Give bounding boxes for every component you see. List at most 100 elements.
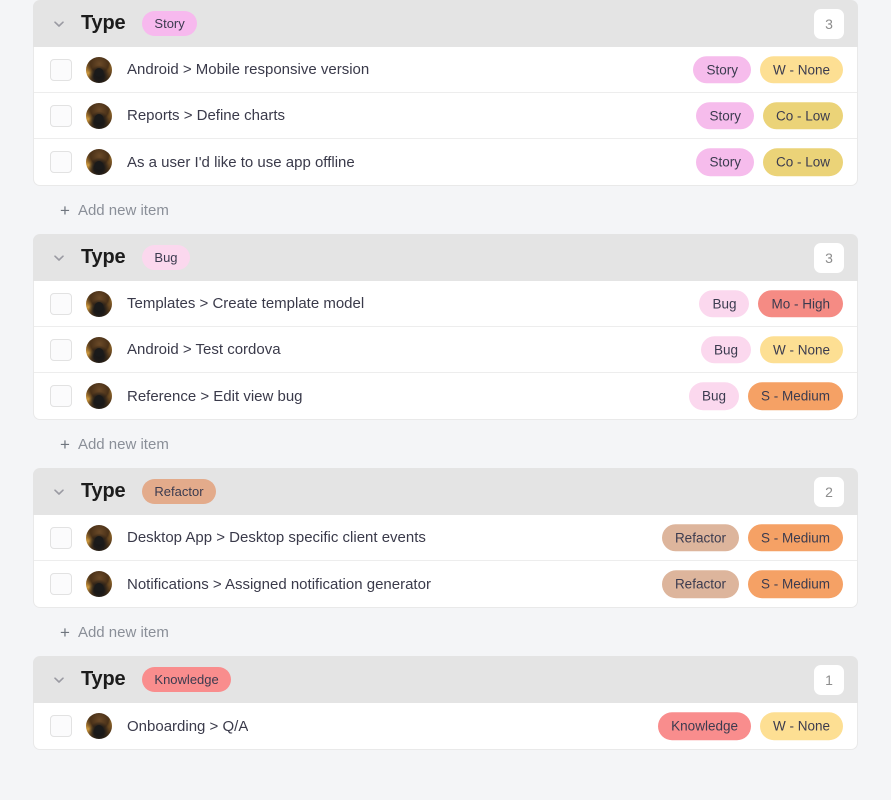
row-checkbox[interactable]	[50, 58, 72, 81]
row-title: Reference > Edit view bug	[127, 387, 303, 405]
row-priority-badge: Co - Low	[762, 101, 843, 130]
row-type-badge: Story	[696, 148, 754, 176]
row-priority-badge: Mo - High	[758, 289, 843, 318]
row-checkbox[interactable]	[50, 104, 72, 127]
row-checkbox[interactable]	[50, 573, 72, 595]
table-row[interactable]: Notifications > Assigned notification ge…	[34, 561, 857, 607]
add-new-item-button[interactable]: + Add new item	[33, 608, 858, 656]
table-row[interactable]: Android > Mobile responsive version Story…	[34, 47, 857, 93]
row-badges: Story Co - Low	[696, 101, 843, 130]
avatar	[86, 102, 112, 129]
group-type-badge: Bug	[142, 245, 190, 270]
row-checkbox[interactable]	[50, 715, 72, 737]
table-row[interactable]: Templates > Create template model Bug Mo -…	[34, 281, 857, 327]
group-rows: Android > Mobile responsive version Story…	[33, 47, 858, 186]
plus-icon: +	[60, 200, 70, 220]
group-count-badge: 1	[814, 664, 844, 695]
row-type-badge: Refactor	[661, 570, 739, 598]
row-checkbox[interactable]	[50, 526, 72, 549]
chevron-down-icon[interactable]	[51, 250, 67, 266]
group-header[interactable]: Type Refactor 2	[33, 468, 858, 515]
row-checkbox[interactable]	[50, 292, 72, 315]
row-type-badge: Knowledge	[658, 712, 751, 740]
group-rows: Templates > Create template model Bug Mo -…	[33, 281, 858, 420]
table-row[interactable]: As a user I'd like to use app offline Sto…	[34, 139, 857, 185]
avatar	[86, 56, 112, 83]
group-title: Type	[81, 246, 126, 268]
row-title: As a user I'd like to use app offline	[127, 153, 355, 171]
row-type-badge: Refactor	[661, 523, 739, 552]
row-checkbox[interactable]	[50, 385, 72, 407]
avatar	[86, 149, 112, 175]
row-type-badge: Story	[693, 55, 751, 84]
row-priority-badge: W - None	[759, 712, 843, 740]
group-title: Type	[81, 480, 126, 502]
avatar	[86, 336, 112, 363]
chevron-down-icon[interactable]	[51, 16, 67, 32]
row-title: Onboarding > Q/A	[127, 717, 249, 735]
group-count-badge: 3	[814, 8, 844, 39]
row-priority-badge: W - None	[759, 335, 843, 364]
row-title: Templates > Create template model	[127, 295, 365, 312]
row-priority-badge: Co - Low	[762, 148, 843, 176]
row-checkbox[interactable]	[50, 151, 72, 173]
plus-icon: +	[60, 622, 70, 642]
table-row[interactable]: Reference > Edit view bug Bug S - Medium	[34, 373, 857, 419]
row-badges: Bug Mo - High	[699, 289, 843, 318]
group-type-badge: Story	[142, 11, 197, 36]
group-title: Type	[81, 668, 126, 690]
group-type-badge: Refactor	[142, 479, 216, 504]
table-row[interactable]: Desktop App > Desktop specific client ev…	[34, 515, 857, 561]
row-type-badge: Bug	[700, 335, 751, 364]
group-rows: Desktop App > Desktop specific client ev…	[33, 515, 858, 608]
row-badges: Story W - None	[693, 55, 843, 84]
row-priority-badge: W - None	[759, 55, 843, 84]
groups-container: Type Story 3 Android > Mobile responsive ve…	[33, 0, 858, 750]
row-title: Desktop App > Desktop specific client ev…	[127, 529, 426, 546]
group-count-badge: 2	[814, 476, 844, 507]
row-checkbox[interactable]	[50, 338, 72, 361]
table-row[interactable]: Reports > Define charts Story Co - Low	[34, 93, 857, 139]
row-title: Reports > Define charts	[127, 107, 285, 124]
row-badges: Story Co - Low	[696, 148, 843, 176]
group: Type Story 3 Android > Mobile responsive ve…	[33, 0, 858, 234]
row-type-badge: Bug	[688, 382, 739, 410]
add-new-item-button[interactable]: + Add new item	[33, 420, 858, 468]
group: Type Knowledge 1 Onboarding > Q/A Knowledge W…	[33, 656, 858, 750]
avatar	[86, 524, 112, 551]
add-new-item-label: Add new item	[77, 201, 169, 219]
row-badges: Bug W - None	[700, 335, 843, 364]
row-title: Android > Test cordova	[127, 341, 281, 358]
group: Type Refactor 2 Desktop App > Desktop speci…	[33, 468, 858, 656]
group-type-badge: Knowledge	[142, 667, 231, 692]
avatar	[86, 571, 112, 597]
group-header[interactable]: Type Knowledge 1	[33, 656, 858, 703]
group-header[interactable]: Type Story 3	[33, 0, 858, 47]
row-badges: Refactor S - Medium	[661, 570, 843, 598]
group-title: Type	[81, 12, 126, 34]
group: Type Bug 3 Templates > Create template mode…	[33, 234, 858, 468]
row-badges: Knowledge W - None	[658, 712, 843, 740]
chevron-down-icon[interactable]	[51, 484, 67, 500]
group-rows: Onboarding > Q/A Knowledge W - None	[33, 703, 858, 750]
group-header[interactable]: Type Bug 3	[33, 234, 858, 281]
table-row[interactable]: Onboarding > Q/A Knowledge W - None	[34, 703, 857, 749]
add-new-item-button[interactable]: + Add new item	[33, 186, 858, 234]
row-priority-badge: S - Medium	[747, 523, 843, 552]
row-badges: Refactor S - Medium	[661, 523, 843, 552]
chevron-down-icon[interactable]	[51, 672, 67, 688]
avatar	[86, 290, 112, 317]
row-type-badge: Bug	[699, 289, 750, 318]
avatar	[86, 383, 112, 409]
row-priority-badge: S - Medium	[747, 570, 843, 598]
table-row[interactable]: Android > Test cordova Bug W - None	[34, 327, 857, 373]
row-badges: Bug S - Medium	[688, 382, 843, 410]
avatar	[86, 713, 112, 739]
add-new-item-label: Add new item	[77, 623, 169, 641]
row-title: Notifications > Assigned notification ge…	[127, 575, 431, 593]
row-type-badge: Story	[696, 101, 754, 130]
add-new-item-label: Add new item	[77, 435, 169, 453]
row-priority-badge: S - Medium	[747, 382, 843, 410]
group-count-badge: 3	[814, 242, 844, 273]
board-group-list: Type Story 3 Android > Mobile responsive ve…	[0, 0, 891, 800]
